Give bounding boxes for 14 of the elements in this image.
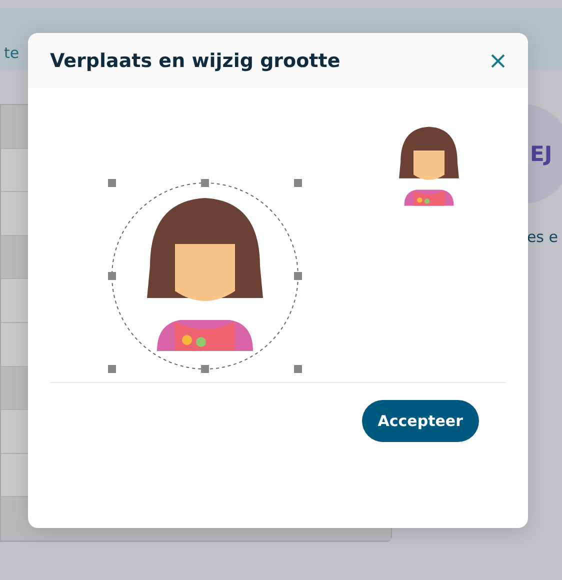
resize-handle[interactable] — [108, 179, 116, 187]
banner-text: te — [4, 43, 20, 62]
resize-handle[interactable] — [108, 272, 116, 280]
resize-handle[interactable] — [294, 365, 302, 373]
caption-text: es e — [526, 228, 558, 246]
dialog-title: Verplaats en wijzig grootte — [50, 50, 340, 72]
resize-handle[interactable] — [294, 179, 302, 187]
avatar-initials: EJ — [530, 142, 552, 166]
resize-handle[interactable] — [201, 179, 209, 187]
accept-button[interactable]: Accepteer — [362, 400, 479, 442]
resize-handle[interactable] — [108, 365, 116, 373]
resize-handle[interactable] — [294, 272, 302, 280]
close-icon[interactable] — [490, 52, 506, 68]
resize-handle[interactable] — [201, 365, 209, 373]
